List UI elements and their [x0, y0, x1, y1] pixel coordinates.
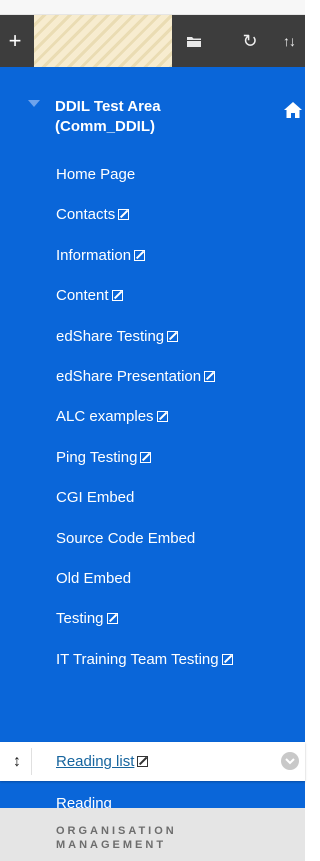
- folder-view-button[interactable]: [178, 15, 210, 67]
- divider: [31, 748, 32, 775]
- add-menu-item-button[interactable]: +: [0, 15, 30, 67]
- menu-item-it-training-team-testing[interactable]: IT Training Team Testing: [0, 640, 305, 680]
- menu-item-label: ALC examples: [56, 408, 154, 426]
- hidden-from-students-icon: [137, 756, 149, 767]
- hidden-from-students-icon: [106, 613, 118, 625]
- menu-item-information[interactable]: Information: [0, 236, 305, 276]
- menu-item-label: Home Page: [56, 166, 136, 183]
- menu-item-edshare-presentation[interactable]: edShare Presentation: [0, 357, 305, 397]
- menu-item-source-code-embed[interactable]: Source Code Embed: [0, 519, 305, 559]
- collapse-caret-icon[interactable]: [28, 100, 40, 107]
- menu-item-label: Old Embed: [56, 569, 132, 587]
- menu-item-label: CGI Embed: [56, 489, 135, 507]
- menu-item-old-embed[interactable]: Old Embed: [0, 559, 305, 599]
- refresh-button[interactable]: ↻: [234, 15, 266, 67]
- section-heading[interactable]: ORGANISATION MANAGEMENT: [56, 824, 256, 852]
- chevron-down-icon[interactable]: [281, 752, 299, 770]
- toolbar-spacer: [34, 15, 172, 67]
- menu-item-label: Information: [56, 246, 132, 264]
- sort-icon: ↑↓: [283, 33, 296, 49]
- hidden-from-students-icon: [140, 451, 152, 463]
- menu-item-testing[interactable]: Testing: [0, 599, 305, 639]
- refresh-icon: ↻: [242, 30, 258, 51]
- course-title[interactable]: DDIL Test Area (Comm_DDIL): [55, 97, 245, 137]
- menu-item-label: Ping Testing: [56, 448, 138, 466]
- menu-item-content[interactable]: Content: [0, 276, 305, 316]
- organisation-management-section: ORGANISATION MANAGEMENT: [0, 808, 305, 861]
- course-toolbar: + ↻ ↑↓: [0, 15, 305, 67]
- reading-list-link[interactable]: Reading list: [56, 742, 149, 781]
- menu-item-label: Source Code Embed: [56, 529, 196, 547]
- menu-item-label: Contacts: [56, 206, 116, 224]
- menu-item-cgi-embed[interactable]: CGI Embed: [0, 478, 305, 518]
- course-header: DDIL Test Area (Comm_DDIL): [0, 79, 305, 139]
- menu-item-ping-testing[interactable]: Ping Testing: [0, 438, 305, 478]
- reorder-button[interactable]: ↑↓: [273, 15, 305, 67]
- menu-item-home-page[interactable]: Home Page: [0, 155, 305, 195]
- drag-handle-icon[interactable]: ↕: [8, 742, 26, 781]
- menu-item-reading-list-selected[interactable]: ↕ Reading list: [0, 742, 305, 781]
- home-icon[interactable]: [283, 100, 303, 120]
- hidden-from-students-icon: [134, 249, 146, 261]
- course-menu-list: Home Page Contacts Information Content e…: [0, 155, 305, 680]
- hidden-from-students-icon: [111, 290, 123, 302]
- hidden-from-students-icon: [167, 330, 179, 342]
- top-strip: [0, 0, 305, 15]
- hidden-from-students-icon: [156, 411, 168, 423]
- menu-item-label: Testing: [56, 610, 104, 628]
- hidden-from-students-icon: [118, 209, 130, 221]
- menu-item-contacts[interactable]: Contacts: [0, 195, 305, 235]
- course-menu-panel: DDIL Test Area (Comm_DDIL) Home Page Con…: [0, 67, 305, 812]
- menu-item-edshare-testing[interactable]: edShare Testing: [0, 317, 305, 357]
- folder-icon: [187, 37, 201, 47]
- hidden-from-students-icon: [221, 653, 233, 665]
- menu-item-label: edShare Presentation: [56, 367, 202, 385]
- menu-item-label: edShare Testing: [56, 327, 165, 345]
- plus-icon: +: [8, 28, 22, 53]
- menu-item-label: Content: [56, 287, 109, 305]
- menu-item-label: IT Training Team Testing: [56, 650, 219, 668]
- menu-item-alc-examples[interactable]: ALC examples: [0, 397, 305, 437]
- hidden-from-students-icon: [204, 370, 216, 382]
